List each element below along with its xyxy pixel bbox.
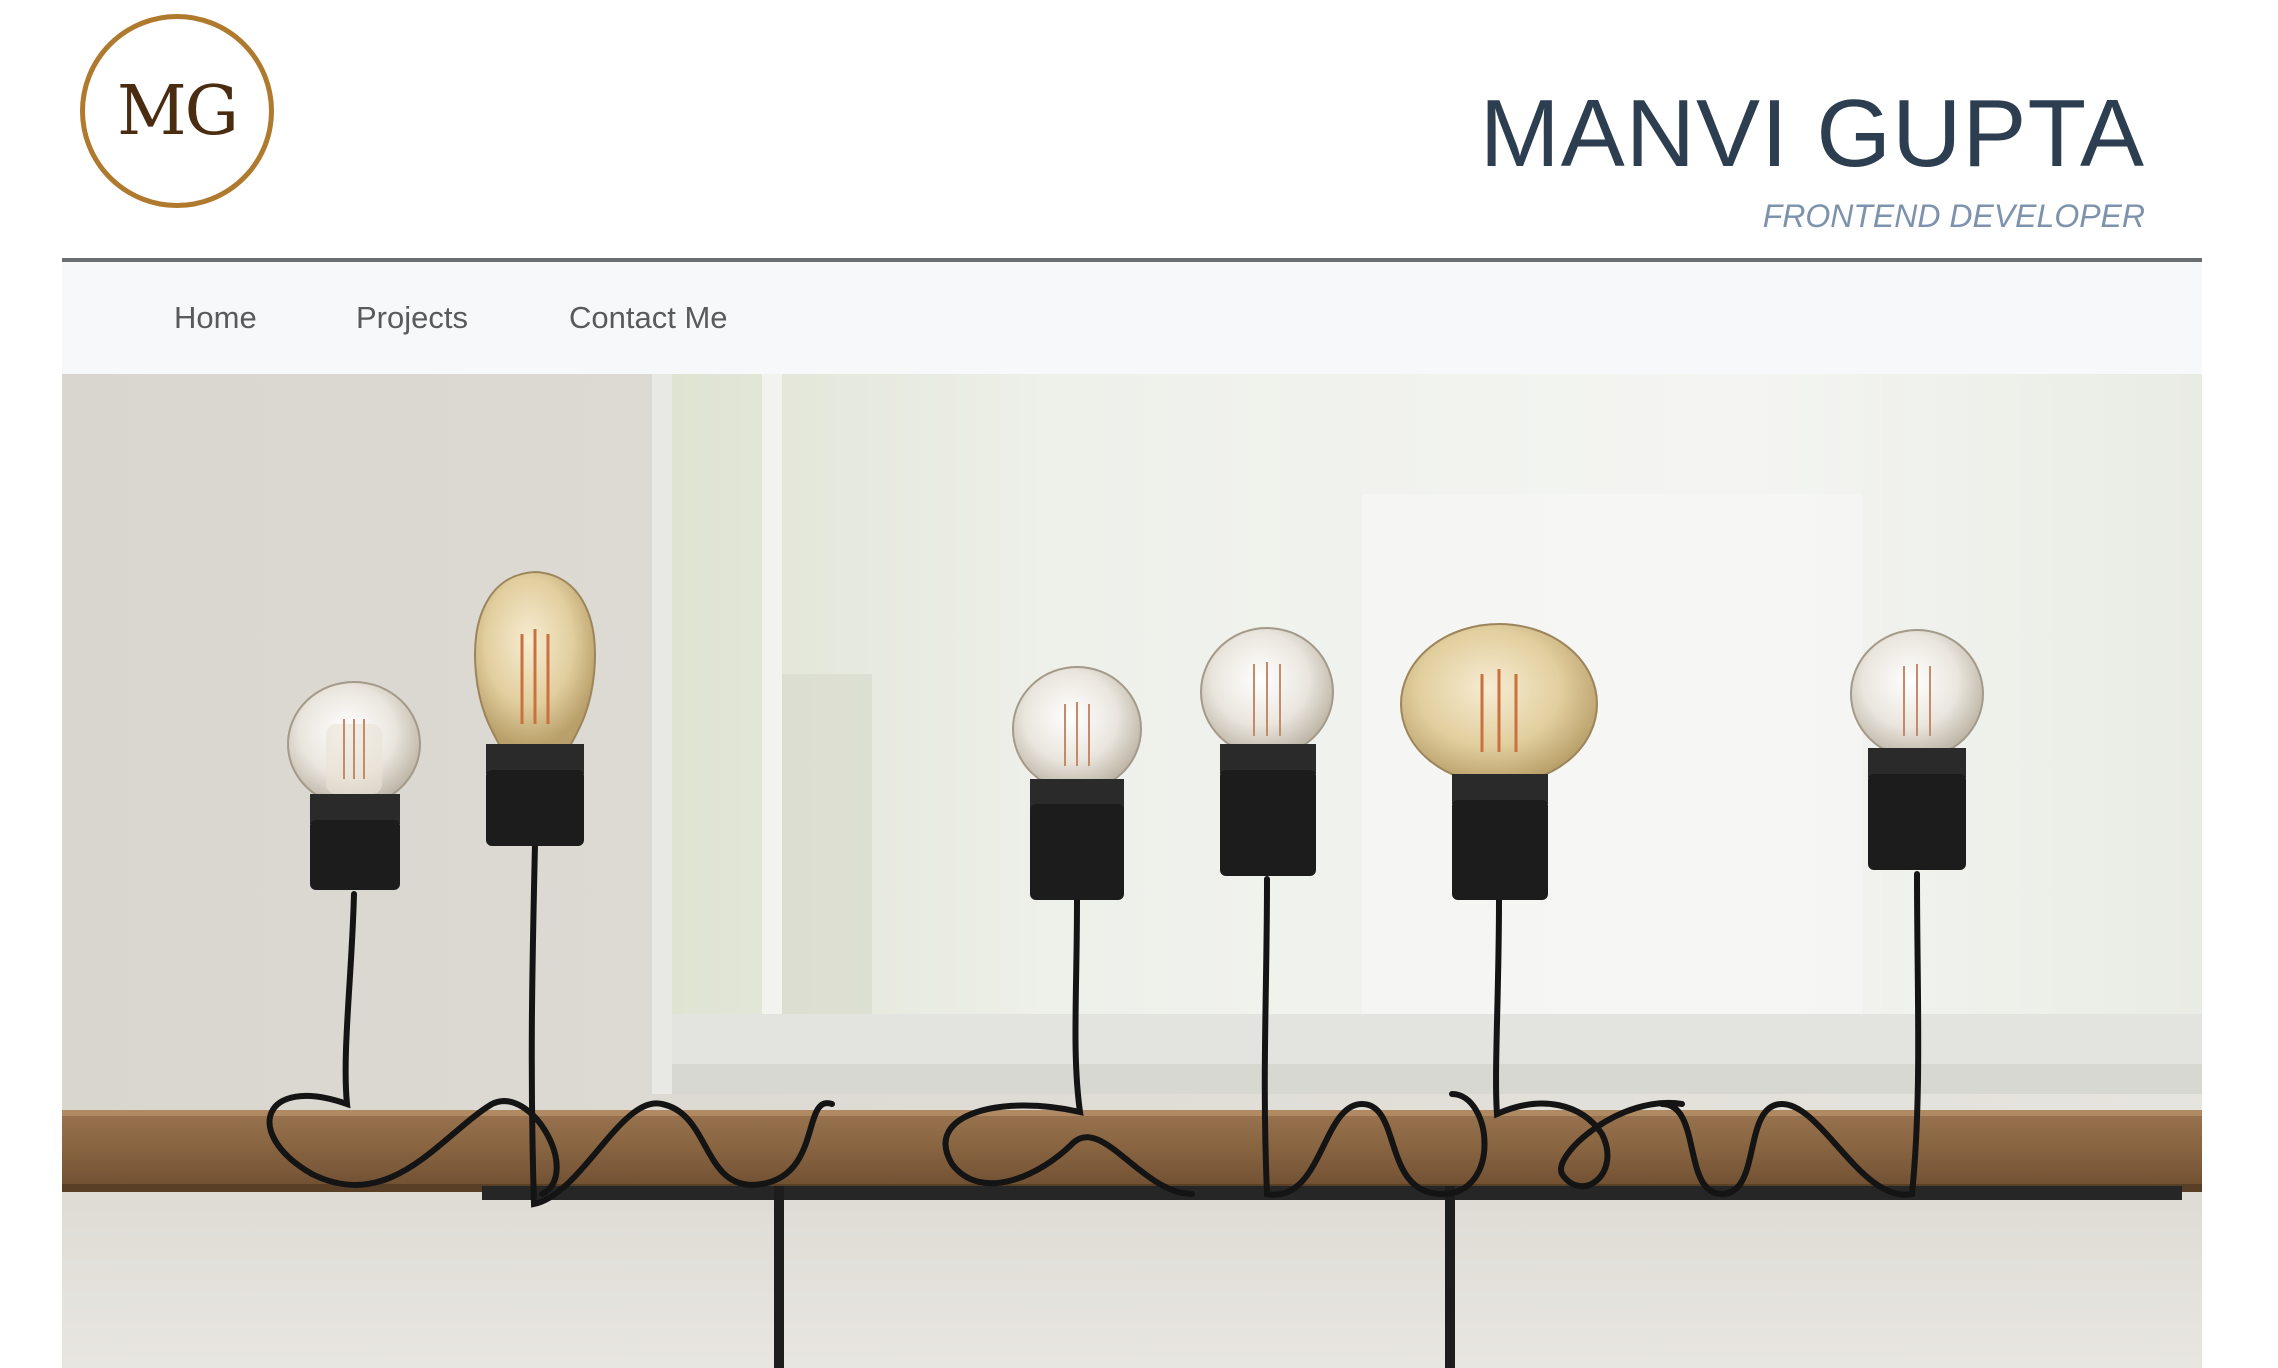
logo-text: MG xyxy=(117,71,239,151)
nav-contact-link[interactable]: Contact Me xyxy=(569,300,728,336)
site-title: MANVI GUPTA xyxy=(1479,80,2145,187)
hero-illustration xyxy=(62,374,2202,1368)
nav-home-link[interactable]: Home xyxy=(174,300,257,336)
site-subtitle: FRONTEND DEVELOPER xyxy=(1762,198,2145,234)
logo[interactable]: MG xyxy=(80,14,274,208)
hero-image xyxy=(62,374,2202,1368)
page: MG MANVI GUPTA FRONTEND DEVELOPER Home P… xyxy=(0,0,2278,1368)
nav-projects-link[interactable]: Projects xyxy=(356,300,468,336)
main-nav: Home Projects Contact Me xyxy=(62,258,2202,374)
